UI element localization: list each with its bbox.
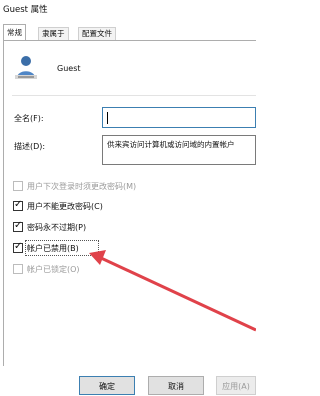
checkbox-label-account-locked: 帐户已锁定(O)	[27, 265, 80, 274]
window-title: Guest 属性	[3, 5, 48, 15]
title-bar: Guest 属性	[0, 0, 256, 20]
checkbox-account-disabled[interactable]: ✓	[13, 241, 23, 253]
description-input[interactable]: 供来宾访问计算机或访问域的内置帐户	[102, 135, 256, 165]
checkbox-account-locked[interactable]	[13, 264, 23, 274]
user-name: Guest	[57, 64, 81, 73]
fullname-label: 全名(F):	[14, 114, 44, 123]
tab-strip: 常规 隶属于 配置文件	[3, 24, 256, 40]
checkmark-icon: ✓	[14, 220, 23, 231]
checkbox-label-account-disabled: 帐户已禁用(B)	[27, 244, 79, 253]
apply-button[interactable]: 应用(A)	[216, 376, 256, 395]
checkbox-password-never-expires[interactable]: ✓	[13, 220, 23, 232]
description-value: 供来宾访问计算机或访问域的内置帐户	[107, 140, 235, 149]
tab-profile[interactable]: 配置文件	[78, 27, 116, 40]
tab-general[interactable]: 常规	[3, 24, 26, 40]
user-account-icon	[15, 56, 37, 79]
fullname-input[interactable]	[102, 107, 256, 128]
checkbox-must-change-password[interactable]	[13, 181, 23, 191]
checkmark-icon: ✓	[14, 241, 23, 252]
tab-member-of[interactable]: 隶属于	[38, 27, 69, 40]
cancel-button[interactable]: 取消	[148, 376, 204, 395]
checkmark-icon: ✓	[14, 199, 23, 210]
checkbox-label-cannot-change-password: 用户不能更改密码(C)	[27, 202, 103, 211]
header-divider	[12, 95, 256, 96]
text-caret	[107, 112, 108, 124]
checkbox-label-password-never-expires: 密码永不过期(P)	[27, 223, 87, 232]
checkbox-cannot-change-password[interactable]: ✓	[13, 199, 23, 211]
description-label: 描述(D):	[14, 142, 46, 151]
ok-button[interactable]: 确定	[79, 376, 135, 395]
checkbox-label-must-change-password: 用户下次登录时须更改密码(M)	[27, 182, 137, 191]
